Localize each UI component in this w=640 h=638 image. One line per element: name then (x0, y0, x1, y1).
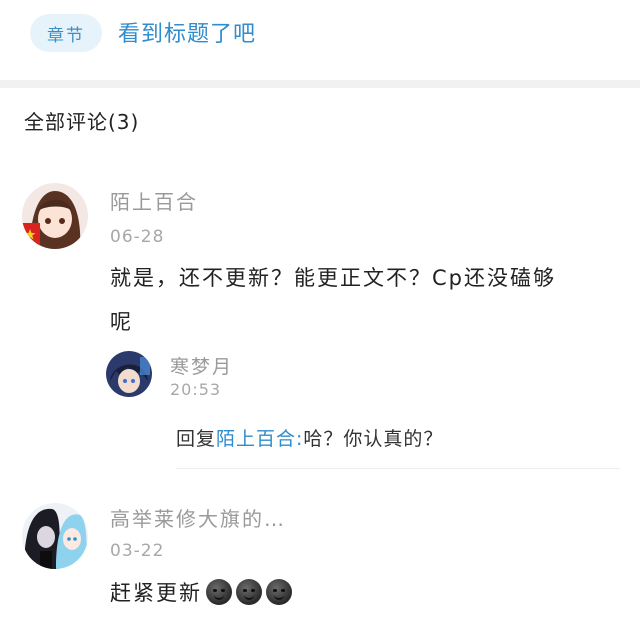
dark-face-emoji-icon (206, 579, 232, 605)
comment-text-line: 赶紧更新 (110, 581, 202, 605)
comment-separator (176, 468, 620, 469)
avatar-image (22, 183, 88, 249)
comment-date: 06-28 (110, 227, 165, 247)
comment-text: 赶紧更新 (110, 571, 292, 615)
chapter-bar: 章节 看到标题了吧 (0, 0, 640, 80)
comment-text: 就是，还不更新？能更正文不？Cp还没磕够 呢 (110, 256, 620, 344)
section-divider (0, 80, 640, 88)
dark-face-emoji-icon (266, 579, 292, 605)
chapter-tag[interactable]: 章节 (30, 14, 102, 52)
reply-avatar-image (106, 351, 152, 397)
avatar-image (22, 503, 88, 569)
reply-prefix: 回复 (176, 428, 217, 450)
dark-face-emoji-icon (236, 579, 262, 605)
comment-date: 03-22 (110, 541, 165, 561)
comment-username[interactable]: 陌上百合 (110, 186, 198, 215)
comment-text-line: 就是，还不更新？能更正文不？Cp还没磕够 (110, 266, 556, 290)
reply-time: 20:53 (170, 380, 222, 399)
comment-text-line: 呢 (110, 310, 133, 334)
avatar[interactable] (22, 503, 88, 569)
comments-header: 全部评论(3) (24, 110, 140, 134)
reply-mention-link[interactable]: 陌上百合: (216, 428, 303, 450)
reply-username[interactable]: 寒梦月 (170, 352, 233, 379)
reply-avatar[interactable] (106, 351, 152, 397)
reply-text: 回复陌上百合:哈？你认真的？ (176, 424, 443, 451)
comment-username[interactable]: 高举莱修大旗的… (110, 503, 286, 532)
avatar[interactable] (22, 183, 88, 249)
chapter-title-link[interactable]: 看到标题了吧 (118, 16, 256, 48)
reply-body: 哈？你认真的？ (303, 428, 444, 450)
